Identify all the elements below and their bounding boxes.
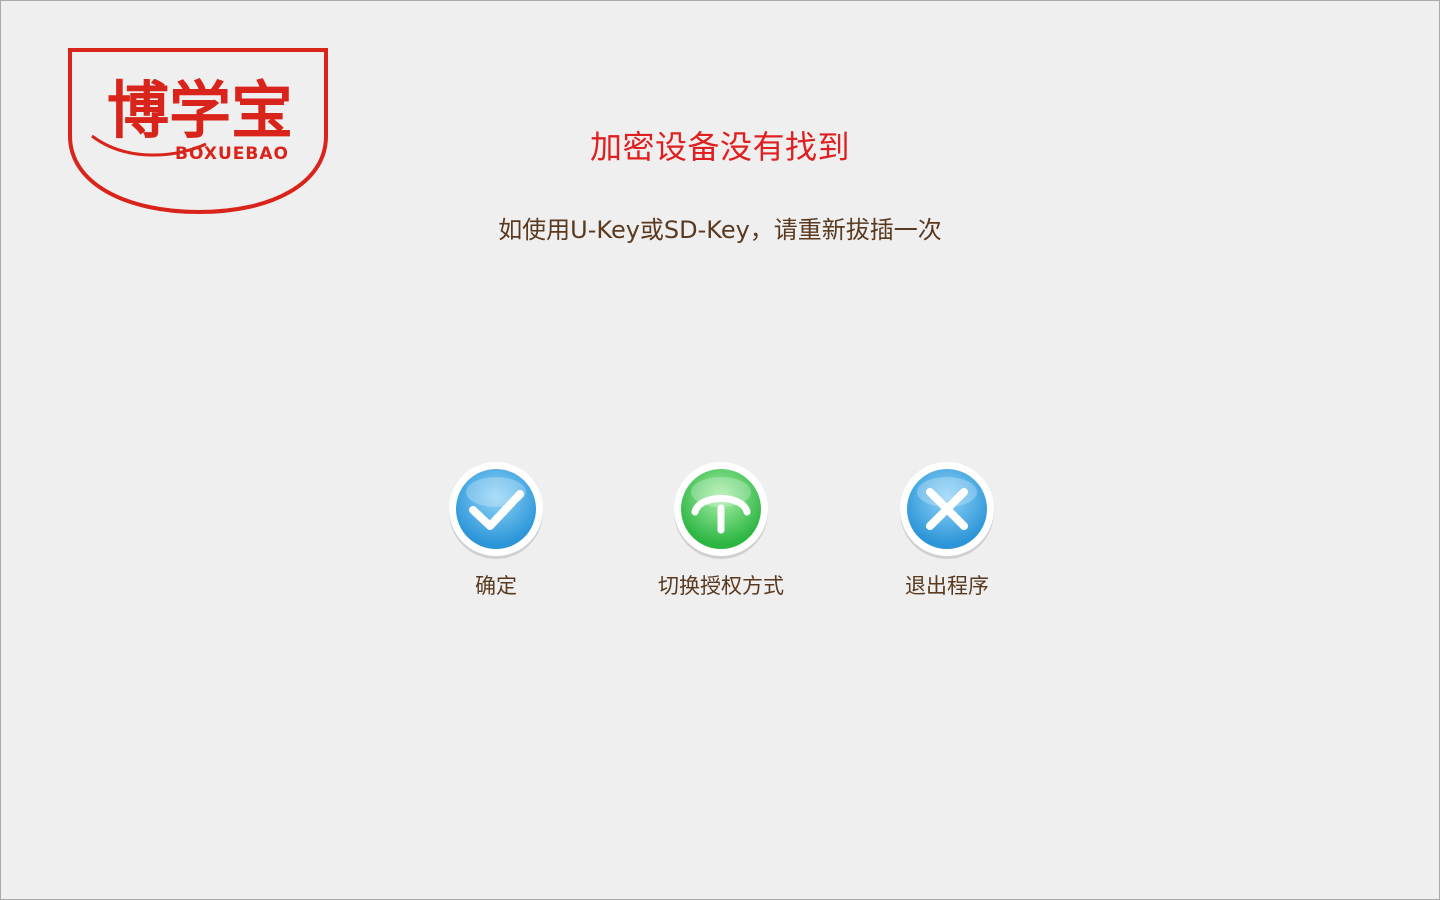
- switch-authorization-button[interactable]: 切换授权方式: [601, 460, 841, 600]
- confirm-label: 确定: [475, 574, 517, 598]
- error-hint: 如使用U-Key或SD-Key，请重新拔插一次: [498, 216, 942, 244]
- switch-authorization-label: 切换授权方式: [658, 574, 784, 598]
- close-icon: [897, 460, 997, 560]
- exit-program-label: 退出程序: [905, 574, 989, 598]
- exit-program-button[interactable]: 退出程序: [827, 460, 1067, 600]
- confirm-button[interactable]: 确定: [376, 460, 616, 600]
- error-title: 加密设备没有找到: [589, 128, 850, 166]
- switch-icon: [671, 460, 771, 560]
- checkmark-icon: [446, 460, 546, 560]
